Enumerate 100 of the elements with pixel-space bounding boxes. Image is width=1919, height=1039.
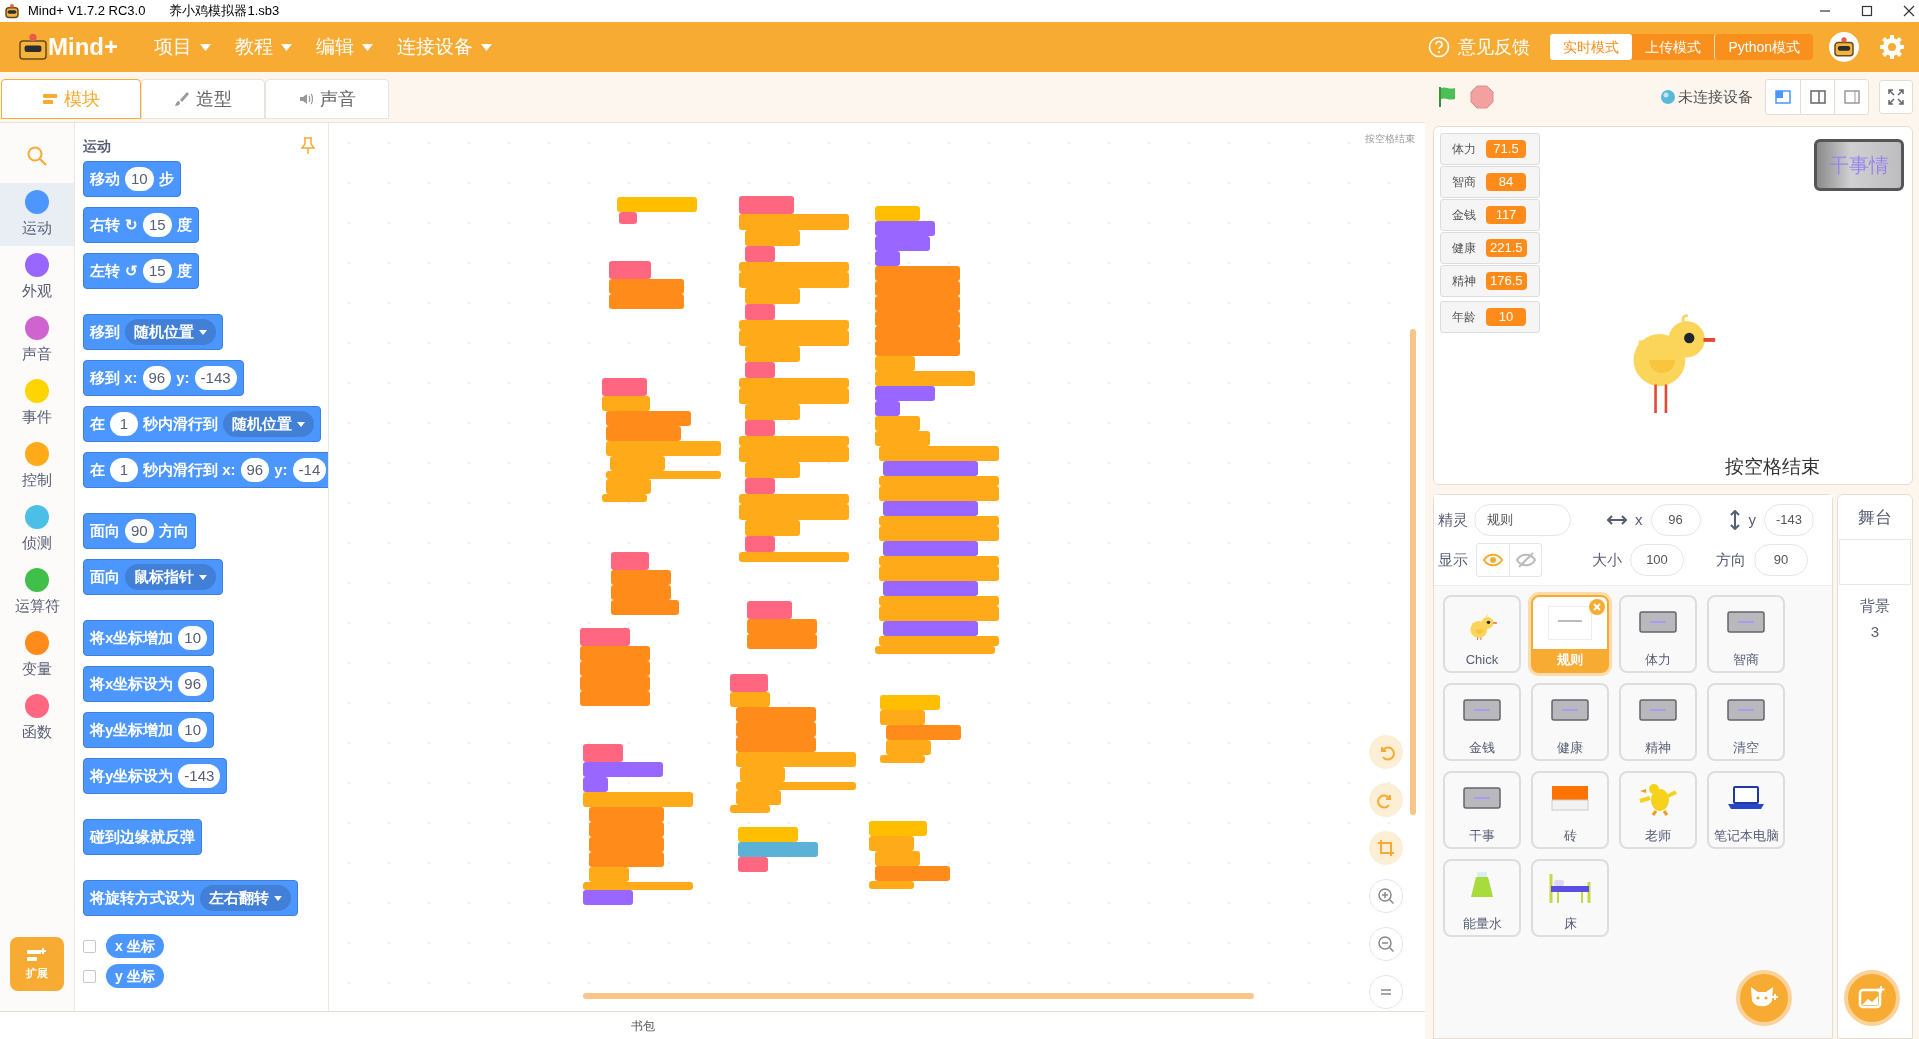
code-block-stack[interactable] — [611, 552, 679, 615]
number-input[interactable]: 1 — [110, 458, 138, 482]
pin-icon[interactable] — [300, 137, 316, 155]
extension-icon — [26, 946, 48, 963]
number-input[interactable]: 96 — [142, 366, 172, 390]
zoom-reset-button[interactable] — [1369, 975, 1403, 1009]
sprite-tile[interactable]: 体力 — [1619, 595, 1697, 673]
scrollbar[interactable] — [583, 993, 1254, 999]
caret-icon — [199, 574, 207, 580]
canvas-hint: 按空格结束 — [1365, 132, 1415, 146]
code-block-stack[interactable] — [747, 601, 817, 649]
sprite-tile[interactable]: 笔记本电脑 — [1707, 771, 1785, 849]
editor-tab[interactable]: 声音 — [265, 79, 389, 119]
code-block-stack[interactable] — [580, 628, 650, 706]
eye-icon — [1483, 553, 1503, 567]
code-block-stack[interactable] — [617, 197, 697, 224]
code-block-stack[interactable] — [583, 744, 693, 905]
backpack-label[interactable]: 书包 — [630, 1016, 655, 1035]
settings-icon[interactable] — [1879, 34, 1905, 60]
fullscreen-button[interactable] — [1879, 80, 1913, 114]
category-button[interactable]: 侦测 — [0, 498, 74, 561]
checkbox[interactable] — [83, 969, 96, 983]
code-block-stack[interactable] — [738, 827, 818, 872]
number-input[interactable]: -143 — [194, 366, 237, 390]
add-backdrop-button[interactable] — [1844, 970, 1900, 1026]
robot-icon — [4, 3, 20, 19]
category-button[interactable]: 控制 — [0, 435, 74, 498]
sprite-tile[interactable]: 健康 — [1531, 683, 1609, 761]
number-input[interactable]: 96 — [240, 458, 270, 482]
redo-button[interactable] — [1369, 783, 1403, 817]
add-sprite-button[interactable] — [1736, 970, 1792, 1026]
zoom-out-button[interactable] — [1369, 927, 1403, 961]
scrollbar[interactable] — [1410, 329, 1416, 815]
dropdown[interactable]: 随机位置 — [125, 319, 216, 345]
motion-block[interactable]: 移到 随机位置 — [83, 314, 223, 350]
code-block-stack[interactable] — [869, 821, 950, 889]
motion-block[interactable]: 将x坐标设为 96 — [83, 666, 215, 702]
sprite-tile[interactable]: 干事 — [1443, 771, 1521, 849]
number-input[interactable]: 10 — [125, 167, 154, 191]
sprite-tile[interactable]: 清空 — [1707, 683, 1785, 761]
category-button[interactable]: 外观 — [0, 246, 74, 309]
maximize-icon[interactable] — [1861, 5, 1873, 17]
number-input[interactable]: 10 — [178, 626, 208, 650]
motion-block[interactable]: 将旋转方式设为 左右翻转 — [83, 880, 298, 916]
large-stage-icon — [1808, 88, 1827, 106]
dropdown[interactable]: 鼠标指针 — [125, 564, 216, 590]
motion-block[interactable]: 左转 ↺ 15 度 — [83, 253, 199, 289]
category-button[interactable]: 声音 — [0, 309, 74, 372]
number-input[interactable]: -143 — [178, 764, 221, 788]
field-label: 方向 — [1716, 549, 1746, 570]
number-input[interactable]: 15 — [143, 213, 172, 237]
category-button[interactable]: 事件 — [0, 372, 74, 435]
sprite-tile[interactable]: 砖 — [1531, 771, 1609, 849]
motion-block[interactable]: 将y坐标增加 10 — [83, 712, 215, 748]
category-button[interactable]: 变量 — [0, 624, 74, 687]
sprite-tile[interactable]: 金钱 — [1443, 683, 1521, 761]
dropdown[interactable]: 左右翻转 — [200, 885, 291, 911]
search-icon[interactable] — [26, 145, 48, 167]
motion-block[interactable]: 在 1 秒内滑行到 x: 96 y: -14 — [83, 452, 328, 488]
close-icon[interactable] — [1903, 5, 1915, 17]
code-block-stack[interactable] — [875, 206, 999, 654]
sprite-tile[interactable]: 老师 — [1619, 771, 1697, 849]
stop-icon[interactable] — [1470, 85, 1494, 109]
code-block-stack[interactable] — [730, 674, 856, 813]
category-button[interactable]: 函数 — [0, 687, 74, 750]
category-button[interactable]: 运算符 — [0, 561, 74, 624]
sprite-tile[interactable]: 能量水 — [1443, 859, 1521, 937]
motion-block[interactable]: 移到 x: 96 y: -143 — [83, 360, 244, 396]
code-block-stack[interactable] — [609, 261, 684, 309]
number-input[interactable]: 10 — [178, 718, 208, 742]
field-label: 显示 — [1438, 549, 1468, 570]
category-button[interactable]: 运动 — [0, 183, 74, 246]
dropdown[interactable]: 随机位置 — [223, 411, 314, 437]
code-block-stack[interactable] — [880, 695, 961, 763]
sprite-tile[interactable]: 精神 — [1619, 683, 1697, 761]
zoom-in-button[interactable] — [1369, 879, 1403, 913]
editor-tab[interactable]: 造型 — [141, 79, 265, 119]
motion-block[interactable]: 右转 ↻ 15 度 — [83, 207, 199, 243]
robot-icon[interactable] — [1829, 32, 1859, 62]
motion-block[interactable]: 移动 10 步 — [83, 161, 181, 197]
number-input[interactable]: 15 — [143, 259, 172, 283]
number-input[interactable]: -14 — [292, 458, 327, 482]
code-block-stack[interactable] — [602, 378, 721, 502]
undo-button[interactable] — [1369, 735, 1403, 769]
motion-block[interactable]: 面向 鼠标指针 — [83, 559, 223, 595]
code-block-stack[interactable] — [739, 196, 849, 562]
backdrop-thumbnail[interactable] — [1839, 538, 1911, 585]
sprite-tile[interactable]: 智商 — [1707, 595, 1785, 673]
clean-up-button[interactable] — [1369, 831, 1403, 865]
motion-block[interactable]: 面向 90 方向 — [83, 513, 196, 549]
checkbox[interactable] — [83, 939, 96, 953]
motion-block[interactable]: 在 1 秒内滑行到 随机位置 — [83, 406, 321, 442]
motion-block[interactable]: 将y坐标设为 -143 — [83, 758, 228, 794]
sprite-tile[interactable]: Chick — [1443, 595, 1521, 673]
motion-block[interactable]: 将x坐标增加 10 — [83, 620, 215, 656]
delete-icon[interactable] — [1589, 599, 1605, 615]
number-input[interactable]: 90 — [125, 519, 154, 543]
sprite-tile[interactable]: 床 — [1531, 859, 1609, 937]
number-input[interactable]: 96 — [178, 672, 208, 696]
number-input[interactable]: 1 — [110, 412, 138, 436]
